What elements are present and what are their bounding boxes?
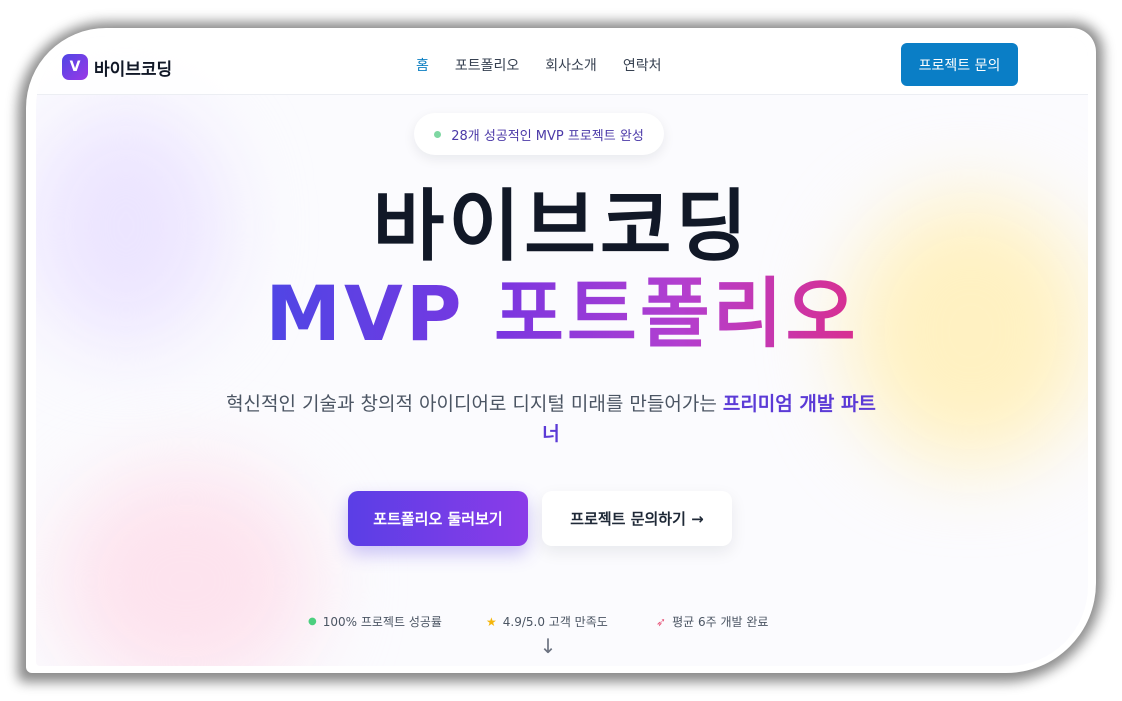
decorative-blob-pink [56,466,316,666]
navbar: V 바이브코딩 홈 포트폴리오 회사소개 연락처 프로젝트 문의 [36,36,1088,95]
hero-title-gradient-text: MVP 포트폴리오 [265,269,859,358]
nav-link-contact[interactable]: 연락처 [623,55,662,75]
nav-link-portfolio[interactable]: 포트폴리오 [455,55,519,75]
browse-portfolio-button[interactable]: 포트폴리오 둘러보기 [348,491,528,546]
landing-page: V 바이브코딩 홈 포트폴리오 회사소개 연락처 프로젝트 문의 28개 성공적… [36,36,1088,666]
green-dot-icon: ● [308,616,317,627]
nav-links: 홈 포트폴리오 회사소개 연락처 [416,55,687,75]
brand-name: 바이브코딩 [94,59,173,80]
logo-icon: V [62,54,88,80]
nav-link-home[interactable]: 홈 [416,55,429,75]
subtitle-text: 혁신적인 기술과 창의적 아이디어로 디지털 미래를 만들어가는 [226,393,723,415]
success-badge: 28개 성공적인 MVP 프로젝트 완성 [414,113,664,155]
rocket-icon: ➶ [656,614,667,629]
stat-success-rate: ● 100% 프로젝트 성공률 [308,613,442,630]
badge-text: 28개 성공적인 MVP 프로젝트 완성 [451,128,644,144]
hero-title-line1: 바이브코딩 [372,182,752,272]
stat-text: 평균 6주 개발 완료 [672,615,769,629]
stat-text: 100% 프로젝트 성공률 [322,615,442,629]
star-icon: ★ [486,614,497,629]
green-dot-icon [434,130,442,138]
browser-frame: V 바이브코딩 홈 포트폴리오 회사소개 연락처 프로젝트 문의 28개 성공적… [26,28,1096,673]
hero-title-line2: MVP 포트폴리오 [36,276,1088,352]
project-inquiry-button[interactable]: 프로젝트 문의 [901,43,1018,86]
brand-logo[interactable]: V 바이브코딩 [62,54,172,80]
scroll-down-icon[interactable]: ↓ [538,634,558,658]
inquiry-button[interactable]: 프로젝트 문의하기 → [542,491,732,546]
stat-satisfaction: ★ 4.9/5.0 고객 만족도 [486,613,608,630]
hero-subtitle: 혁신적인 기술과 창의적 아이디어로 디지털 미래를 만들어가는 프리미엄 개발… [226,389,876,449]
stat-text: 4.9/5.0 고객 만족도 [502,615,608,629]
nav-link-about[interactable]: 회사소개 [545,55,597,75]
stat-dev-time: ➶ 평균 6주 개발 완료 [656,613,768,630]
